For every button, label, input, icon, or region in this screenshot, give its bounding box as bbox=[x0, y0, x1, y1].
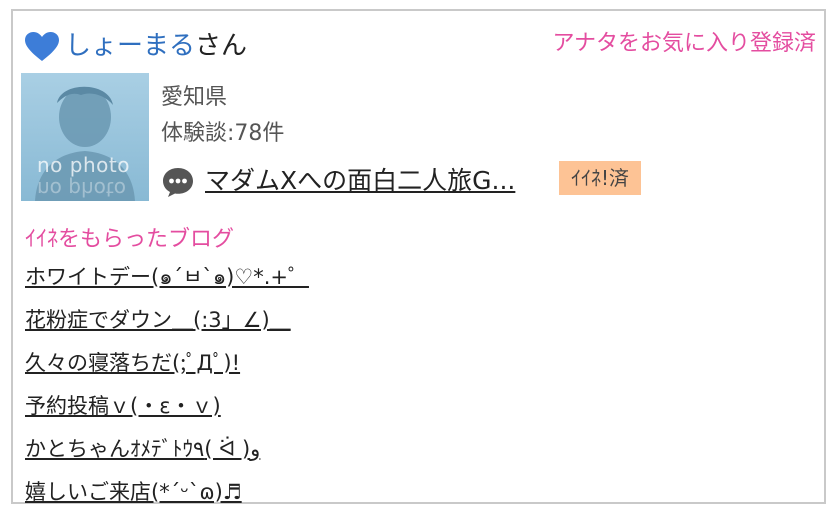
list-item: 予約投稿ｖ(・ε・ｖ) bbox=[25, 390, 309, 433]
blog-link[interactable]: 嬉しいご来店(*´ᵕ`ɷ)♬ bbox=[25, 480, 242, 504]
list-item: 花粉症でダウン＿(:3」∠)＿ bbox=[25, 304, 309, 347]
prefecture: 愛知県 bbox=[161, 85, 228, 110]
liked-blogs-heading: ｲｲﾈをもらったブログ bbox=[25, 227, 235, 252]
like-done-badge: ｲｲﾈ!済 bbox=[559, 161, 642, 195]
honorific: さん bbox=[195, 31, 248, 61]
speech-bubble-icon bbox=[163, 168, 193, 197]
blog-link[interactable]: 予約投稿ｖ(・ε・ｖ) bbox=[25, 394, 221, 418]
blog-link[interactable]: 花粉症でダウン＿(:3」∠)＿ bbox=[25, 308, 291, 332]
favorite-status: アナタをお気に入り登録済 bbox=[552, 31, 816, 56]
no-photo-label: no photo bbox=[37, 153, 130, 177]
avatar[interactable]: no photo no photo bbox=[21, 73, 149, 201]
review-count: 体験談:78件 bbox=[161, 121, 285, 146]
list-item: かとちゃんｵﾒﾃﾞﾄｳ٩( ᐛ )و bbox=[25, 433, 309, 476]
list-item: 嬉しいご来店(*´ᵕ`ɷ)♬ bbox=[25, 476, 309, 519]
no-photo-reflection: no photo bbox=[37, 177, 126, 201]
profile-header: しょーまるさん アナタをお気に入り登録済 bbox=[25, 19, 816, 62]
blog-link[interactable]: かとちゃんｵﾒﾃﾞﾄｳ٩( ᐛ )و bbox=[25, 437, 260, 461]
username: しょーまる bbox=[65, 31, 196, 61]
latest-review-link[interactable]: マダムXへの面白二人旅G... bbox=[205, 161, 515, 197]
liked-blogs-list: ホワイトデー(๑´ㅂ`๑)♡*.+゜ 花粉症でダウン＿(:3」∠)＿ 久々の寝落… bbox=[25, 261, 309, 519]
blog-link[interactable]: ホワイトデー(๑´ㅂ`๑)♡*.+゜ bbox=[25, 265, 309, 289]
profile-card: しょーまるさん アナタをお気に入り登録済 no photo no photo 愛… bbox=[11, 9, 826, 504]
list-item: 久々の寝落ちだ(;ﾟДﾟ)! bbox=[25, 347, 309, 390]
list-item: ホワイトデー(๑´ㅂ`๑)♡*.+゜ bbox=[25, 261, 309, 304]
heart-icon bbox=[25, 32, 59, 61]
blog-link[interactable]: 久々の寝落ちだ(;ﾟДﾟ)! bbox=[25, 351, 240, 375]
username-link[interactable]: しょーまるさん bbox=[65, 25, 247, 62]
